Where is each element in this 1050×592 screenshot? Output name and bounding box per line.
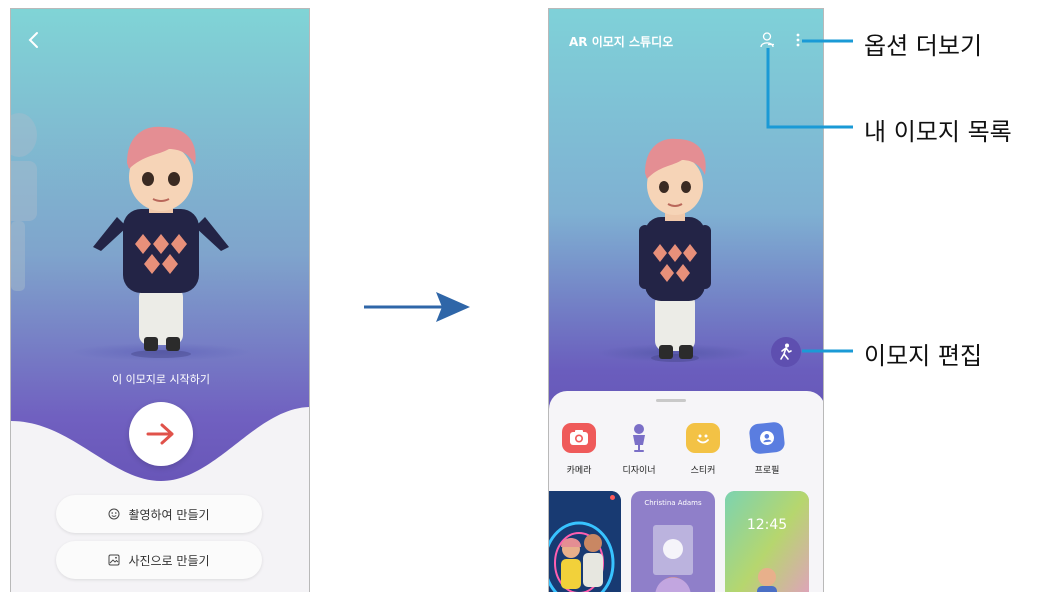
phone-screen-start: 이 이모지로 시작하기 촬영하여 만들기 사진으로 만들기 [10,8,310,592]
mannequin-icon [622,423,656,453]
category-sticker[interactable]: 스티커 [673,423,733,476]
camera-scene-image [549,491,621,592]
category-designer-label: 디자이너 [622,466,656,476]
category-profile[interactable]: 프로필 [737,421,797,476]
category-profile-label: 프로필 [754,466,780,476]
annotation-more-options: 옵션 더보기 [864,32,983,60]
sheet-handle[interactable] [656,399,686,402]
create-from-photo-button[interactable]: 사진으로 만들기 [56,541,262,579]
image-icon [108,554,120,566]
previous-avatar-ghost [11,113,37,291]
avatar-figure [639,138,711,362]
lockscreen-clock: 12:45 [746,517,788,533]
contact-name: Christina Adams [644,499,702,507]
app-title: AR 이모지 스튜디오 [569,35,674,49]
camera-icon [562,423,596,453]
transition-arrow-icon [364,292,470,322]
preview-card-camera[interactable] [549,491,621,592]
back-arrow-icon[interactable] [27,31,41,49]
new-dot-indicator [610,495,615,500]
category-camera[interactable]: 카메라 [549,423,609,476]
profile-card-icon [748,421,786,455]
annotation-my-emoji-list: 내 이모지 목록 [864,118,1012,146]
preview-card-lockscreen[interactable]: 12:45 [725,491,809,592]
contact-card-image [653,525,693,592]
avatar-figure [93,126,229,358]
callout-lines [766,39,853,353]
next-button[interactable] [129,402,193,466]
create-from-photo-label: 사진으로 만들기 [128,553,210,568]
category-designer[interactable]: 디자이너 [609,423,669,476]
smile-face-icon [108,508,120,520]
start-with-emoji-label: 이 이모지로 시작하기 [111,373,211,386]
annotation-edit-emoji: 이모지 편집 [864,342,983,370]
category-camera-label: 카메라 [566,466,592,476]
bottom-sheet: 카메라 디자이너 스티커 프로필 Christina Adams 12:45 [549,391,823,592]
lockscreen-image [725,491,809,592]
arrow-right-icon [146,423,174,445]
preview-card-profile[interactable]: Christina Adams [631,491,715,592]
create-by-camera-label: 촬영하여 만들기 [128,507,210,522]
create-by-camera-button[interactable]: 촬영하여 만들기 [56,495,262,533]
sticker-icon [686,423,720,453]
category-sticker-label: 스티커 [690,466,716,476]
